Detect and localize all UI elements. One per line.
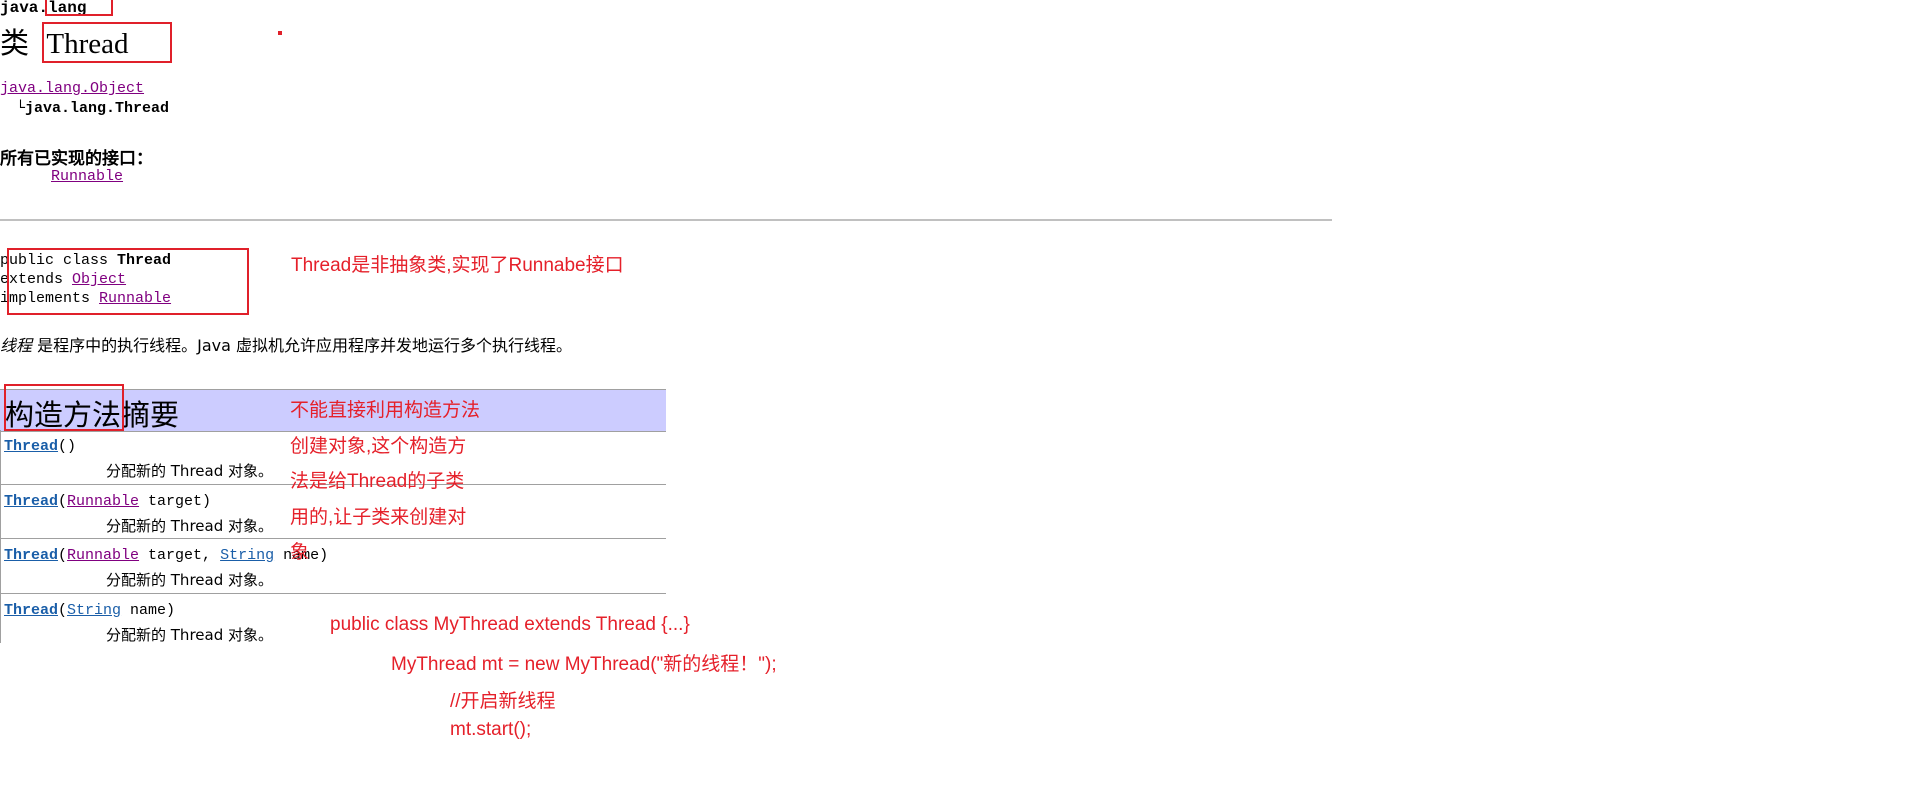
annotation-line: 用的,让子类来创建对	[290, 506, 467, 528]
paren: (	[58, 547, 68, 564]
description-term: 线程	[0, 336, 33, 355]
highlight-box-class-name	[42, 22, 172, 63]
annotation-class-note: Thread是非抽象类,实现了Runnabe接口	[291, 255, 624, 276]
table-left-border	[0, 430, 1, 643]
constructor-link[interactable]: Thread	[4, 547, 58, 564]
highlight-box-summary-title	[4, 384, 124, 431]
interface-link-runnable[interactable]: Runnable	[51, 168, 123, 185]
class-title-prefix: 类	[0, 26, 30, 60]
hierarchy-child: └java.lang.Thread	[16, 100, 169, 117]
annotation-line: 象	[290, 542, 310, 563]
interfaces-label: 所有已实现的接口：	[0, 149, 153, 169]
constructor-description: 分配新的 Thread 对象。	[106, 462, 273, 480]
annotation-line: 不能直接利用构造方法	[290, 400, 481, 421]
hierarchy-parent-link[interactable]: java.lang.Object	[0, 80, 144, 97]
param-type-link[interactable]: Runnable	[67, 547, 139, 564]
class-description: 线程 是程序中的执行线程。Java 虚拟机允许应用程序并发地运行多个执行线程。	[0, 332, 572, 356]
paren: (	[58, 493, 68, 510]
param-name: name)	[121, 602, 176, 619]
annotation-code-1: public class MyThread extends Thread {..…	[330, 614, 690, 635]
highlight-box-package	[45, 0, 113, 16]
description-text: 是程序中的执行线程。Java 虚拟机允许应用程序并发地运行多个执行线程。	[32, 336, 572, 355]
constructor-link[interactable]: Thread	[4, 438, 58, 455]
constructor-link[interactable]: Thread	[4, 602, 58, 619]
param-name: target)	[139, 493, 212, 510]
param-name: target,	[139, 547, 221, 564]
constructor-signature: Thread(Runnable target, String name)	[4, 547, 328, 564]
param-type-link[interactable]: Runnable	[67, 493, 139, 510]
constructor-signature: Thread(String name)	[4, 602, 175, 619]
paren: (	[58, 602, 68, 619]
highlight-box-declaration	[7, 248, 249, 315]
red-dot	[278, 31, 282, 35]
constructor-description: 分配新的 Thread 对象。	[106, 517, 273, 535]
annotation-code-4: mt.start();	[450, 719, 532, 740]
constructor-signature: Thread()	[4, 438, 76, 455]
param-type-link[interactable]: String	[220, 547, 274, 564]
param-type-link[interactable]: String	[67, 602, 121, 619]
divider	[0, 219, 1332, 221]
constructor-params: ()	[58, 438, 77, 455]
constructor-description: 分配新的 Thread 对象。	[106, 626, 273, 644]
annotation-line: 创建对象,这个构造方	[290, 435, 467, 457]
constructor-signature: Thread(Runnable target)	[4, 493, 211, 510]
hierarchy-child-name: java.lang.Thread	[25, 100, 170, 117]
constructor-link[interactable]: Thread	[4, 493, 58, 510]
row-separator	[0, 593, 666, 594]
annotation-line: 法是给Thread的子类	[290, 471, 465, 492]
annotation-constructor-note: 不能直接利用构造方法 创建对象,这个构造方 法是给Thread的子类 用的,让子…	[290, 393, 480, 571]
annotation-code-2: MyThread mt = new MyThread("新的线程！");	[391, 654, 777, 675]
constructor-description: 分配新的 Thread 对象。	[106, 571, 273, 589]
tree-branch-icon: └	[16, 100, 26, 117]
annotation-code-3: //开启新线程	[450, 691, 556, 712]
